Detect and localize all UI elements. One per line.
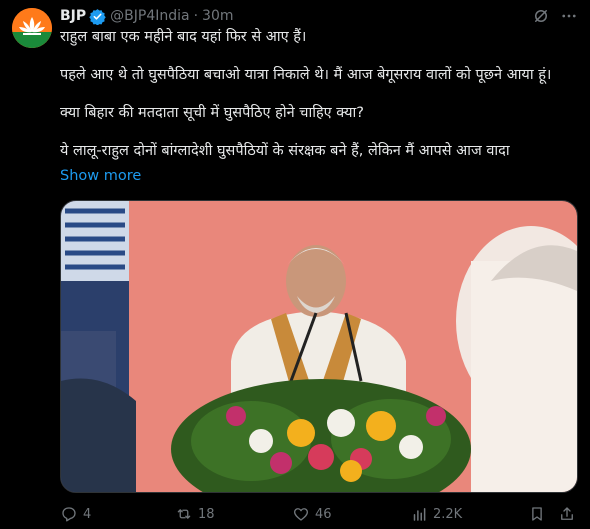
tweet-line: राहुल बाबा एक महीने बाद यहां फिर से आए ह… (60, 29, 307, 45)
tweet-media-image[interactable] (60, 200, 578, 493)
reply-count: 4 (83, 506, 92, 522)
share-button[interactable] (558, 505, 576, 523)
more-options-icon[interactable] (560, 7, 578, 25)
author-handle[interactable]: @BJP4India (110, 8, 189, 24)
tweet-header: BJP @BJP4India · 30m (60, 5, 234, 27)
bjp-lotus-logo (12, 8, 52, 48)
views-count: 2.2K (433, 506, 463, 522)
like-count: 46 (315, 506, 332, 522)
reply-icon (62, 507, 76, 522)
repost-count: 18 (198, 506, 215, 522)
tweet-line: पहले आए थे तो घुसपैठिया बचाओ यात्रा निका… (60, 67, 552, 83)
avatar[interactable] (12, 8, 52, 48)
author-name[interactable]: BJP (60, 8, 86, 24)
verified-badge-icon (89, 8, 106, 25)
share-icon (561, 507, 573, 520)
views-icon (413, 508, 426, 521)
repost-button[interactable]: 18 (175, 505, 215, 523)
bookmark-button[interactable] (528, 505, 546, 523)
show-more-link[interactable]: Show more (60, 168, 141, 184)
tweet-text: राहुल बाबा एक महीने बाद यहां फिर से आए ह… (60, 27, 584, 161)
repost-icon (177, 509, 191, 519)
like-icon (293, 508, 309, 521)
speaker-at-podium-image (61, 201, 577, 492)
post-time[interactable]: 30m (202, 8, 233, 24)
bookmark-icon (532, 507, 542, 521)
header-separator: · (193, 8, 199, 24)
reply-button[interactable]: 4 (60, 505, 91, 523)
header-actions (532, 7, 578, 25)
grok-icon[interactable] (532, 7, 550, 25)
tweet-action-bar: 4 18 46 2.2K (60, 505, 576, 525)
tweet-line: ये लालू-राहुल दोनों बांग्लादेशी घुसपैठिय… (60, 143, 510, 159)
views-button[interactable]: 2.2K (410, 505, 462, 523)
like-button[interactable]: 46 (292, 505, 332, 523)
tweet-line: क्या बिहार की मतदाता सूची में घुसपैठिए ह… (60, 105, 364, 121)
